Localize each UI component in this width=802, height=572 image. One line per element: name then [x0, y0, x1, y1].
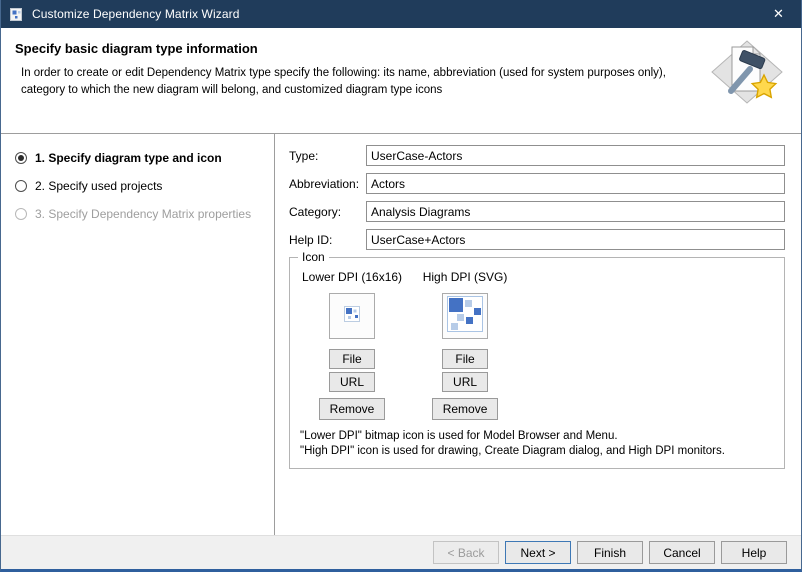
icon-groupbox: Icon Lower DPI (16x16) — [289, 257, 785, 469]
icon-columns: Lower DPI (16x16) — [302, 270, 774, 420]
high-dpi-url-button[interactable]: URL — [442, 372, 488, 392]
lower-dpi-url-button[interactable]: URL — [329, 372, 375, 392]
step-label: 3. Specify Dependency Matrix properties — [35, 207, 251, 221]
form-row-abbreviation: Abbreviation: — [289, 173, 785, 194]
wizard-step-1[interactable]: 1. Specify diagram type and icon — [15, 151, 262, 165]
radio-icon — [15, 208, 27, 220]
wizard-dialog: Customize Dependency Matrix Wizard ✕ Spe… — [0, 0, 802, 572]
icon-usage-note: "Lower DPI" bitmap icon is used for Mode… — [300, 429, 774, 444]
step-content: Type: Abbreviation: Category: Help ID: I… — [275, 134, 801, 535]
finish-button[interactable]: Finish — [577, 541, 643, 564]
help-button[interactable]: Help — [721, 541, 787, 564]
step-label: 2. Specify used projects — [35, 179, 162, 193]
high-dpi-preview — [442, 293, 488, 339]
lower-dpi-remove-button[interactable]: Remove — [319, 398, 385, 420]
step-label: 1. Specify diagram type and icon — [35, 151, 222, 165]
wizard-graphic-icon — [711, 40, 783, 109]
form-row-category: Category: — [289, 201, 785, 222]
matrix-icon-small — [344, 306, 360, 327]
page-description: In order to create or edit Dependency Ma… — [21, 65, 697, 98]
radio-selected-icon — [15, 152, 27, 164]
lower-dpi-preview — [329, 293, 375, 339]
back-button: < Back — [433, 541, 499, 564]
form-row-type: Type: — [289, 145, 785, 166]
icon-usage-note: "High DPI" icon is used for drawing, Cre… — [300, 444, 774, 459]
page-title: Specify basic diagram type information — [15, 41, 787, 56]
wizard-step-3: 3. Specify Dependency Matrix properties — [15, 207, 262, 221]
category-label: Category: — [289, 205, 366, 219]
lower-dpi-header: Lower DPI (16x16) — [302, 270, 402, 284]
icon-usage-notes: "Lower DPI" bitmap icon is used for Mode… — [300, 429, 774, 459]
lower-dpi-column: Lower DPI (16x16) — [302, 270, 402, 420]
wizard-step-2[interactable]: 2. Specify used projects — [15, 179, 262, 193]
app-icon — [9, 6, 25, 22]
help-id-input[interactable] — [366, 229, 785, 250]
type-input[interactable] — [366, 145, 785, 166]
lower-dpi-file-button[interactable]: File — [329, 349, 375, 369]
high-dpi-header: High DPI (SVG) — [423, 270, 508, 284]
radio-icon — [15, 180, 27, 192]
wizard-header: Specify basic diagram type information I… — [1, 28, 801, 134]
abbreviation-input[interactable] — [366, 173, 785, 194]
high-dpi-file-button[interactable]: File — [442, 349, 488, 369]
titlebar: Customize Dependency Matrix Wizard ✕ — [1, 0, 801, 28]
icon-group-legend: Icon — [298, 250, 329, 264]
matrix-icon-large — [447, 296, 483, 337]
next-button[interactable]: Next > — [505, 541, 571, 564]
type-label: Type: — [289, 149, 366, 163]
wizard-body: 1. Specify diagram type and icon 2. Spec… — [1, 134, 801, 535]
category-input[interactable] — [366, 201, 785, 222]
cancel-button[interactable]: Cancel — [649, 541, 715, 564]
close-icon: ✕ — [773, 6, 784, 22]
help-id-label: Help ID: — [289, 233, 366, 247]
high-dpi-remove-button[interactable]: Remove — [432, 398, 498, 420]
close-button[interactable]: ✕ — [756, 0, 801, 28]
footer-button-bar: < Back Next > Finish Cancel Help — [1, 535, 801, 569]
abbreviation-label: Abbreviation: — [289, 177, 366, 191]
high-dpi-column: High DPI (SVG) — [418, 270, 512, 420]
form-row-help-id: Help ID: — [289, 229, 785, 250]
steps-panel: 1. Specify diagram type and icon 2. Spec… — [1, 134, 275, 535]
window-title: Customize Dependency Matrix Wizard — [32, 7, 239, 21]
